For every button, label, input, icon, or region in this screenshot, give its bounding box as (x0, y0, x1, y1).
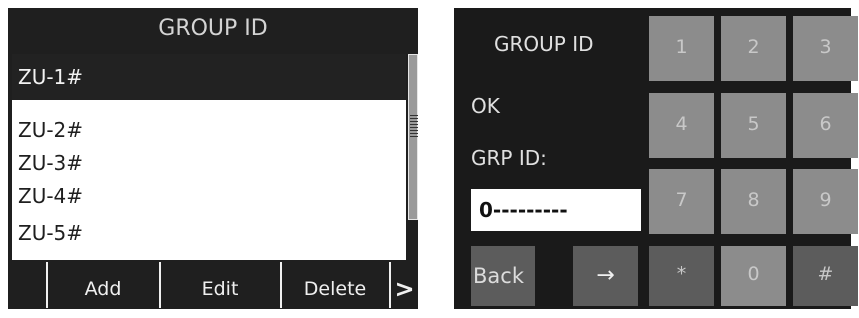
delete-button[interactable]: Delete (282, 260, 388, 309)
list-item[interactable]: ZU-4# (12, 178, 406, 215)
list-item-selected[interactable]: ZU-1# (12, 54, 406, 100)
list-item[interactable]: ZU-3# (12, 145, 406, 182)
list-item[interactable]: ZU-2# (12, 112, 406, 149)
grp-id-input[interactable]: 0--------- (471, 189, 641, 231)
softkey-bar: Add Edit Delete > (8, 260, 418, 309)
key-2[interactable]: 2 (721, 16, 786, 81)
panel-title: GROUP ID (158, 16, 268, 41)
group-list: ZU-1# ZU-2# ZU-3# ZU-4# ZU-5# (12, 54, 406, 260)
key-5[interactable]: 5 (721, 93, 786, 158)
status-text: OK (471, 94, 500, 118)
chevron-right-icon[interactable]: > (391, 260, 418, 309)
scrollbar-thumb[interactable] (408, 54, 418, 220)
add-button[interactable]: Add (48, 260, 158, 309)
field-label: GRP ID: (471, 146, 547, 170)
list-item[interactable]: ZU-5# (12, 215, 406, 252)
key-7[interactable]: 7 (649, 169, 714, 234)
key-8[interactable]: 8 (721, 169, 786, 234)
key-hash[interactable]: # (793, 246, 858, 306)
key-4[interactable]: 4 (649, 93, 714, 158)
grip-icon (410, 115, 418, 137)
scrollbar[interactable] (406, 54, 418, 260)
panel-title: GROUP ID (494, 32, 594, 56)
key-1[interactable]: 1 (649, 16, 714, 81)
key-0[interactable]: 0 (721, 246, 786, 306)
key-9[interactable]: 9 (793, 169, 858, 234)
group-id-entry-panel: GROUP ID OK GRP ID: 0--------- 1 2 3 4 5… (454, 8, 858, 309)
key-3[interactable]: 3 (793, 16, 858, 81)
key-star[interactable]: * (649, 246, 714, 306)
back-button[interactable]: Back (471, 246, 535, 306)
group-id-list-panel: GROUP ID ZU-1# ZU-2# ZU-3# ZU-4# ZU-5# A… (8, 8, 418, 309)
key-6[interactable]: 6 (793, 93, 858, 158)
edit-button[interactable]: Edit (161, 260, 279, 309)
arrow-right-icon[interactable]: → (573, 246, 638, 306)
